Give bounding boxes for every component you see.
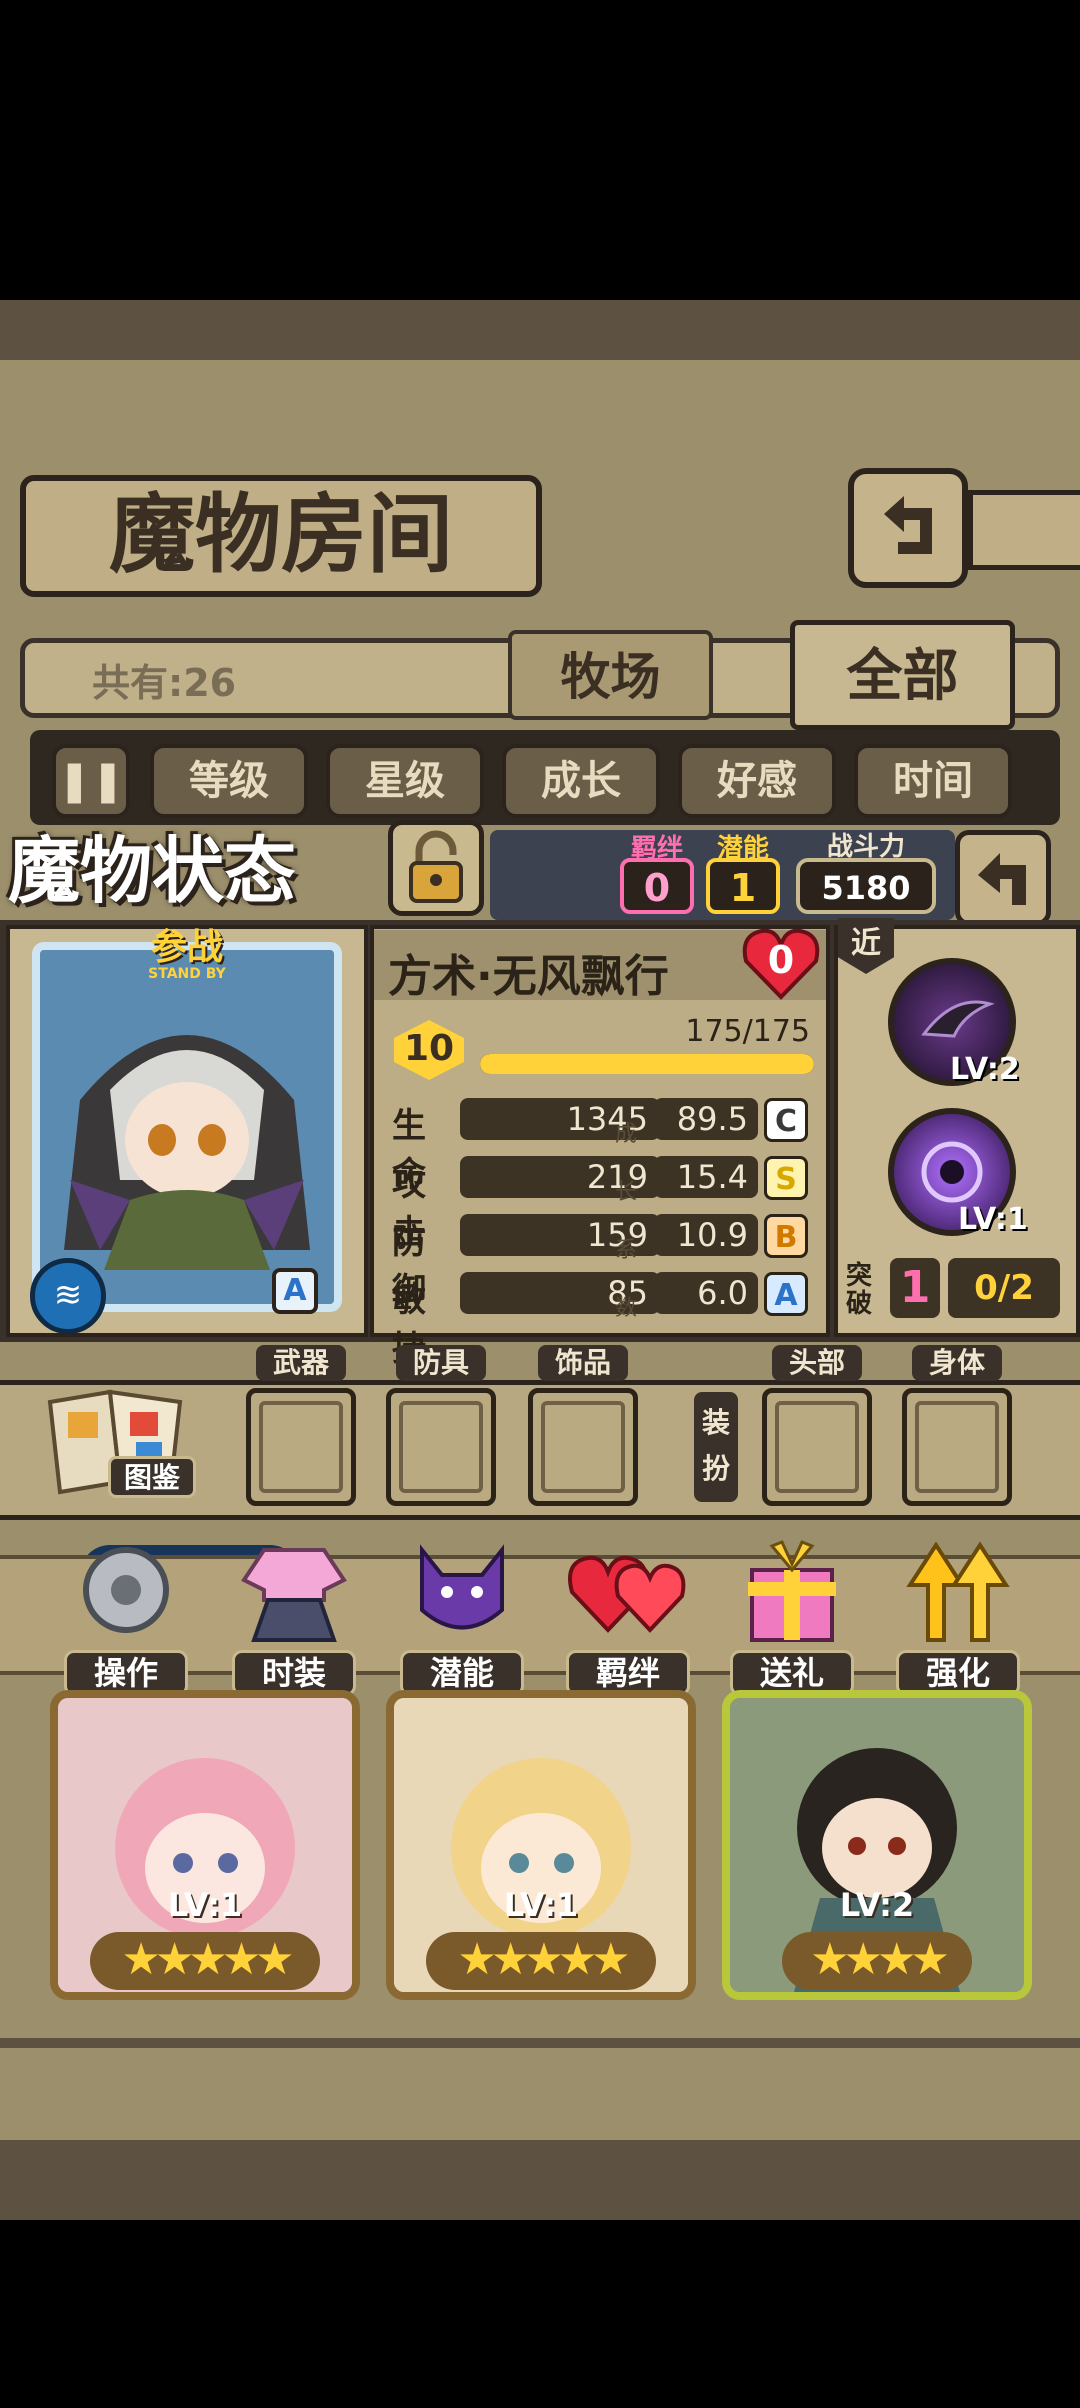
potential-value: 1: [706, 858, 780, 914]
roster-level: LV:2: [839, 1886, 915, 1924]
status-back-button[interactable]: [955, 830, 1051, 926]
stat-row-hp: 生命 1345 89.5 C: [392, 1098, 812, 1195]
deploy-label: 参战: [150, 927, 223, 968]
sort-pause-button[interactable]: ❚❚: [52, 744, 130, 818]
breakthrough-value: 1: [890, 1258, 940, 1318]
head-label: 头部: [772, 1345, 862, 1381]
affection-value: 0: [767, 938, 795, 982]
game-screen: 魔物房间 共有:26 牧场 全部 ❚❚ 等级 星级 成长 好感 时间 魔物状态 …: [0, 300, 1080, 2220]
deploy-sublabel: STAND BY: [148, 966, 226, 982]
sort-time[interactable]: 时间: [854, 744, 1012, 818]
status-title: 魔物状态: [8, 828, 297, 913]
total-count: 共有:26: [92, 661, 237, 705]
growth-value: 6.0: [654, 1272, 758, 1314]
roster-level: LV:1: [503, 1886, 579, 1924]
weapon-slot[interactable]: [246, 1388, 356, 1506]
exp-bar-fill: [480, 1054, 814, 1074]
top-border: [0, 300, 1080, 360]
body-label: 身体: [912, 1345, 1002, 1381]
action-gift[interactable]: 送礼: [722, 1530, 862, 1700]
portrait-card[interactable]: [32, 942, 342, 1312]
growth-value: 10.9: [654, 1214, 758, 1256]
stat-row-agility: 敏捷 85 6.0 A: [392, 1272, 812, 1369]
bottom-border: [0, 2038, 1080, 2048]
sort-growth[interactable]: 成长: [502, 744, 660, 818]
return-icon: [978, 853, 1026, 905]
exp-text: 175/175: [685, 1014, 810, 1049]
padlock-icon: [409, 830, 463, 903]
sort-level[interactable]: 等级: [150, 744, 308, 818]
upgrade-arrows-icon: [906, 1541, 1010, 1642]
sort-affection[interactable]: 好感: [678, 744, 836, 818]
bottom-border-strip: [0, 2140, 1080, 2220]
armor-slot[interactable]: [386, 1388, 496, 1506]
growth-vertical-label: 成长系数: [614, 1122, 637, 1321]
growth-value: 15.4: [654, 1156, 758, 1198]
water-element-icon: ≋: [30, 1258, 106, 1334]
action-bond[interactable]: 羁绊: [558, 1530, 698, 1700]
skill-level-1: LV:2: [950, 1052, 1020, 1087]
pause-icon: ❚❚: [57, 758, 125, 804]
grade-badge: A: [764, 1272, 808, 1316]
outfit-icon: [241, 1548, 347, 1642]
grade-badge: B: [764, 1214, 808, 1258]
tab-all[interactable]: 全部: [790, 620, 1015, 730]
costume-label: 装扮: [694, 1392, 738, 1502]
sort-star[interactable]: 星级: [326, 744, 484, 818]
hearts-icon: [568, 1555, 686, 1633]
exp-bar: [480, 1054, 814, 1074]
action-upgrade[interactable]: 强化: [888, 1530, 1028, 1700]
rank-badge: A: [272, 1268, 318, 1314]
header-side-panel: [968, 490, 1080, 570]
action-operate[interactable]: 操作: [56, 1530, 196, 1700]
header-back-button[interactable]: [848, 468, 968, 588]
breakthrough-label: 突破: [846, 1261, 873, 1319]
codex-label: 图鉴: [108, 1456, 196, 1498]
page-title: 魔物房间: [20, 475, 542, 597]
codex-button[interactable]: [40, 1372, 200, 1522]
return-icon: [884, 496, 932, 554]
growth-value: 89.5: [654, 1098, 758, 1140]
head-slot[interactable]: [762, 1388, 872, 1506]
action-outfit[interactable]: 时装: [224, 1530, 364, 1700]
monster-portrait: [40, 950, 334, 1304]
tab-ranch[interactable]: 牧场: [508, 630, 713, 720]
power-value: 5180: [796, 858, 936, 914]
weapon-label: 武器: [256, 1345, 346, 1381]
grade-badge: C: [764, 1098, 808, 1142]
deploy-banner: 参战 STAND BY: [112, 927, 262, 983]
roster-stars: ★★★★: [782, 1932, 972, 1990]
bond-value: 0: [620, 858, 694, 914]
grade-badge: S: [764, 1156, 808, 1200]
accessory-label: 饰品: [538, 1345, 628, 1381]
stat-row-defense: 防御 159 10.9 B: [392, 1214, 812, 1311]
action-potential[interactable]: 潜能: [392, 1530, 532, 1700]
body-slot[interactable]: [902, 1388, 1012, 1506]
gift-icon: [748, 1540, 836, 1642]
accessory-slot[interactable]: [528, 1388, 638, 1506]
roster-stars: ★★★★★: [426, 1932, 656, 1990]
level-value: 10: [403, 1028, 455, 1069]
roster-level: LV:1: [167, 1886, 243, 1924]
demon-icon: [420, 1544, 504, 1630]
roster-stars: ★★★★★: [90, 1932, 320, 1990]
breakthrough-progress: 0/2: [948, 1258, 1060, 1318]
lock-button[interactable]: [388, 820, 484, 916]
monster-name: 方术·无风飘行: [388, 951, 669, 1002]
gear-icon: [83, 1547, 169, 1633]
stat-row-attack: 攻击 219 15.4 S: [392, 1156, 812, 1253]
skill-level-2: LV:1: [958, 1202, 1028, 1237]
armor-label: 防具: [396, 1345, 486, 1381]
